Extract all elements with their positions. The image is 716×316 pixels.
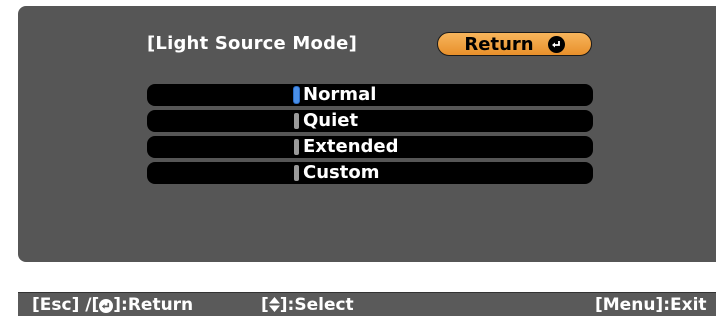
enter-icon	[99, 299, 114, 313]
light-source-options: Normal Quiet Extended Custom	[147, 84, 593, 188]
up-down-arrow-icon	[268, 297, 280, 312]
esc-return-hint: [Esc] /[]:Return	[32, 295, 194, 315]
option-extended[interactable]: Extended	[147, 136, 593, 158]
option-normal[interactable]: Normal	[147, 84, 593, 106]
status-bar: [Esc] /[]:Return []:Select [Menu]:Exit	[18, 292, 716, 316]
option-label: Quiet	[303, 110, 359, 131]
select-hint: []:Select	[261, 295, 354, 315]
option-label: Extended	[303, 136, 399, 157]
menu-exit-hint: [Menu]:Exit	[595, 295, 707, 315]
menu-title: [Light Source Mode]	[147, 33, 358, 54]
return-button[interactable]: Return	[437, 32, 592, 56]
option-quiet[interactable]: Quiet	[147, 110, 593, 132]
selection-marker	[294, 113, 299, 129]
option-custom[interactable]: Custom	[147, 162, 593, 184]
return-button-label: Return	[464, 33, 534, 55]
selection-marker	[294, 165, 299, 181]
enter-icon	[547, 35, 565, 53]
option-label: Normal	[303, 84, 377, 105]
selection-marker	[294, 139, 299, 155]
selection-marker	[294, 87, 299, 103]
option-label: Custom	[303, 162, 380, 183]
